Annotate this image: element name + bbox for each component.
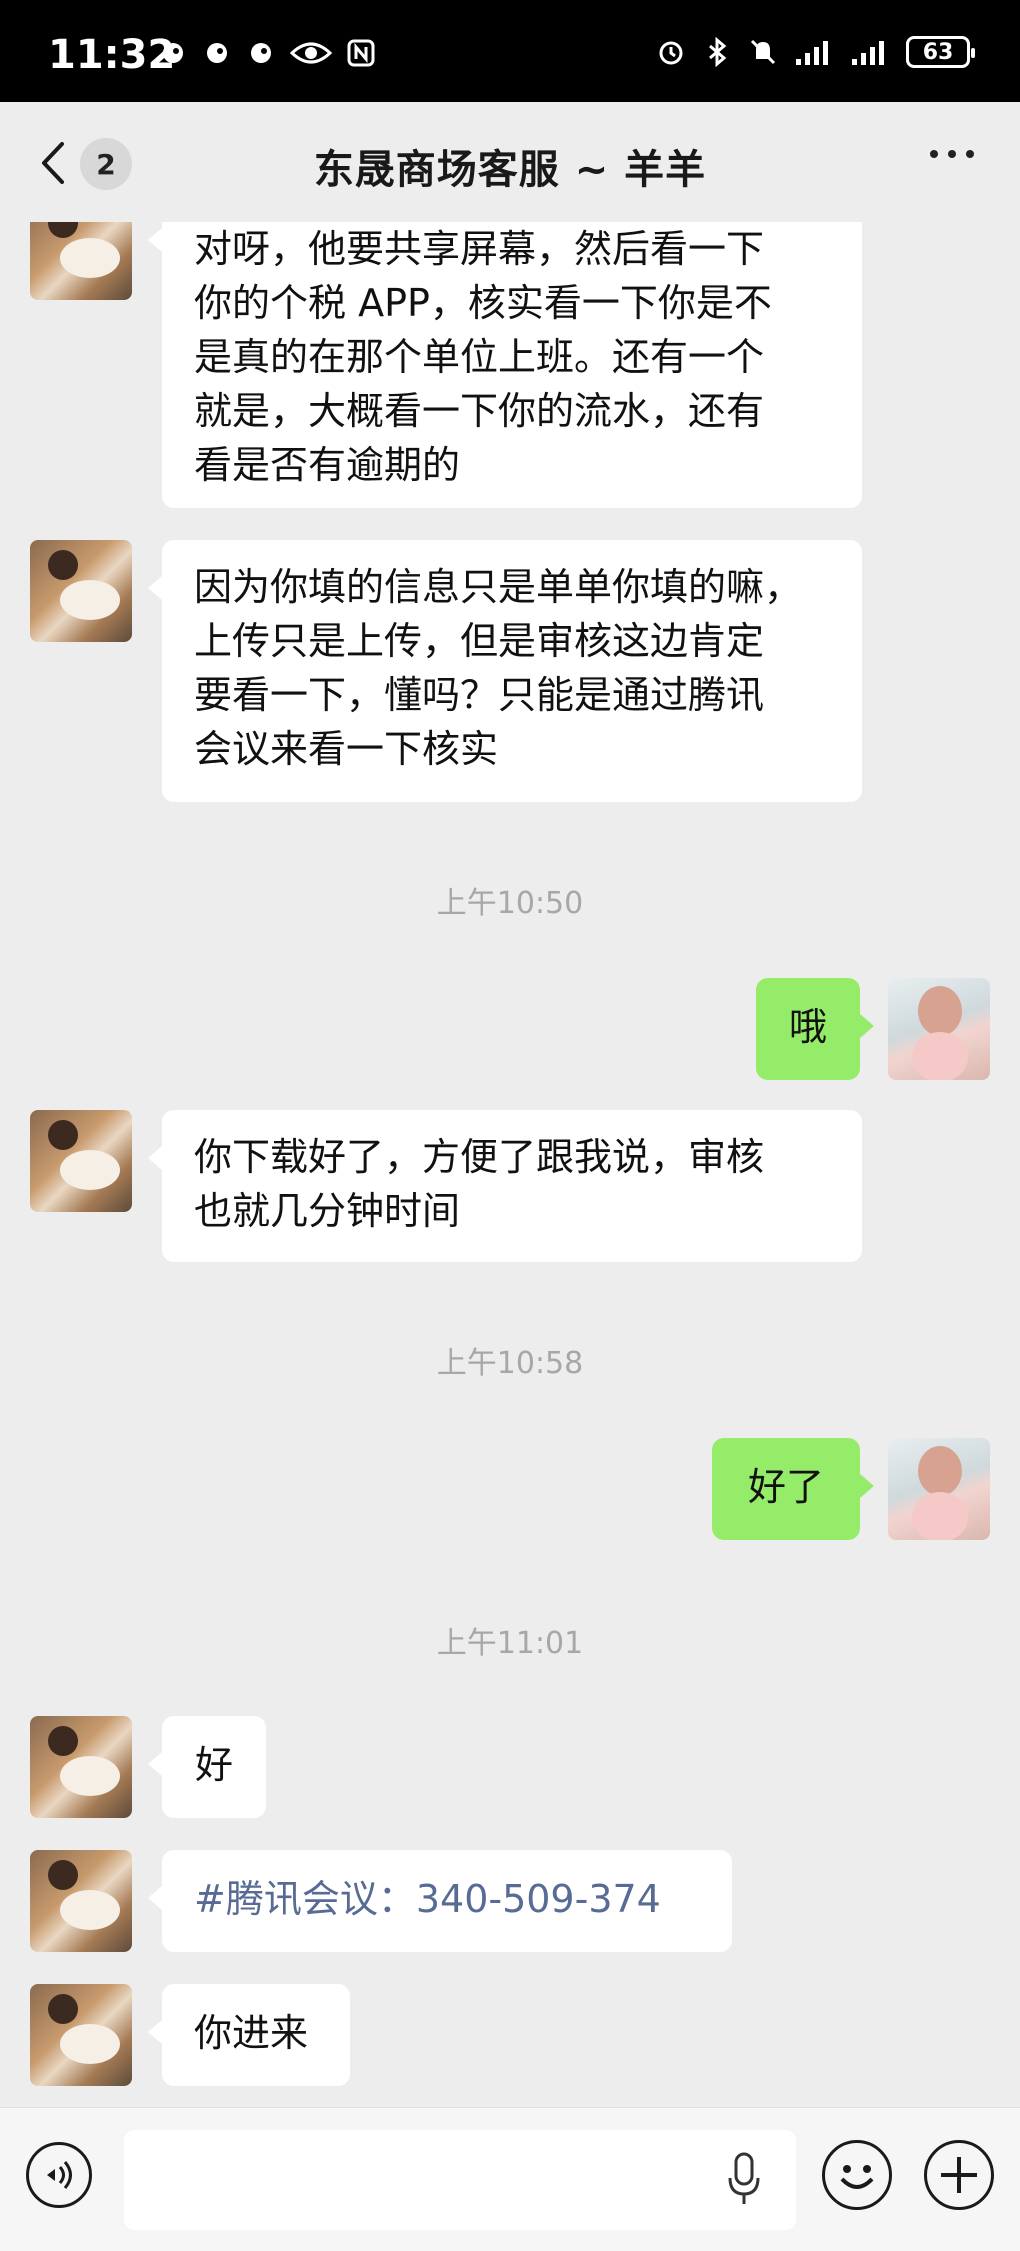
message-line: 上传只是上传，但是审核这边肯定 — [194, 619, 765, 663]
alarm-icon — [659, 41, 683, 65]
message-line: 就是，大概看一下你的流水，还有 — [194, 389, 765, 433]
message-line: 会议来看一下核实 — [194, 727, 499, 771]
voice-icon[interactable] — [26, 2142, 92, 2208]
message-text: 哦 — [788, 1005, 827, 1049]
message-line: 你的个税 APP，核实看一下你是不 — [194, 281, 772, 325]
status-left-icons — [158, 38, 376, 68]
nfc-icon — [347, 39, 375, 67]
status-time: 11:32 — [48, 32, 176, 78]
contact-avatar[interactable] — [30, 1110, 132, 1212]
message-timestamp: 上午11:01 — [436, 1626, 584, 1661]
plus-icon[interactable] — [924, 2140, 994, 2210]
message-input[interactable] — [124, 2130, 796, 2230]
message-timestamp: 上午10:50 — [436, 886, 584, 921]
mute-icon — [750, 39, 776, 65]
message-line: 看是否有逾期的 — [194, 443, 461, 487]
message-timestamp: 上午10:58 — [436, 1346, 584, 1381]
message-bubble[interactable]: 你进来 — [148, 1984, 350, 2086]
notification-icon — [163, 43, 183, 63]
contact-avatar[interactable] — [30, 1984, 132, 2086]
contact-avatar[interactable] — [30, 1850, 132, 1952]
contact-avatar[interactable] — [30, 222, 132, 300]
chat-title: 东晟商场客服 ~ 羊羊 — [313, 147, 707, 193]
bluetooth-icon — [709, 37, 727, 67]
input-bar — [0, 2107, 1020, 2251]
emoji-icon[interactable] — [822, 2140, 892, 2210]
battery-level: 63 — [922, 39, 954, 65]
message-bubble[interactable]: 对呀，他要共享屏幕，然后看一下 你的个税 APP，核实看一下你是不 是真的在那个… — [148, 222, 862, 508]
status-bar: 11:32 63 — [0, 0, 1020, 102]
message-line: 你下载好了，方便了跟我说，审核 — [194, 1135, 765, 1179]
message-bubble[interactable]: 好了 — [712, 1438, 874, 1540]
message-bubble[interactable]: #腾讯会议：340-509-374 — [148, 1850, 732, 1952]
battery-icon: 63 — [906, 36, 975, 68]
eye-icon — [290, 42, 332, 64]
notification-icon — [251, 43, 271, 63]
more-icon[interactable] — [930, 150, 974, 158]
message-line: 也就几分钟时间 — [194, 1189, 461, 1233]
self-avatar[interactable] — [888, 1438, 990, 1540]
message-text: 好 — [194, 1743, 233, 1787]
mic-icon[interactable] — [728, 2152, 760, 2208]
message-bubble[interactable]: 因为你填的信息只是单单你填的嘛， 上传只是上传，但是审核这边肯定 要看一下，懂吗… — [148, 540, 862, 802]
message-line: 因为你填的信息只是单单你填的嘛， — [194, 565, 803, 609]
status-right-icons: 63 — [656, 36, 975, 68]
notification-icon — [207, 43, 227, 63]
message-line: 是真的在那个单位上班。还有一个 — [194, 335, 765, 379]
message-bubble[interactable]: 你下载好了，方便了跟我说，审核 也就几分钟时间 — [148, 1110, 862, 1262]
meeting-link[interactable]: #腾讯会议：340-509-374 — [194, 1877, 661, 1921]
message-text: 好了 — [747, 1465, 824, 1509]
message-bubble[interactable]: 好 — [148, 1716, 266, 1818]
message-line: 要看一下，懂吗？只能是通过腾讯 — [194, 673, 765, 717]
chat-area[interactable]: 对呀，他要共享屏幕，然后看一下 你的个税 APP，核实看一下你是不 是真的在那个… — [0, 222, 1020, 2107]
self-avatar[interactable] — [888, 978, 990, 1080]
contact-avatar[interactable] — [30, 540, 132, 642]
signal-icon — [796, 41, 828, 65]
message-line: 对呀，他要共享屏幕，然后看一下 — [194, 227, 765, 271]
message-bubble[interactable]: 哦 — [756, 978, 874, 1080]
signal-icon — [852, 41, 884, 65]
message-text: 你进来 — [194, 2011, 309, 2055]
contact-avatar[interactable] — [30, 1716, 132, 1818]
